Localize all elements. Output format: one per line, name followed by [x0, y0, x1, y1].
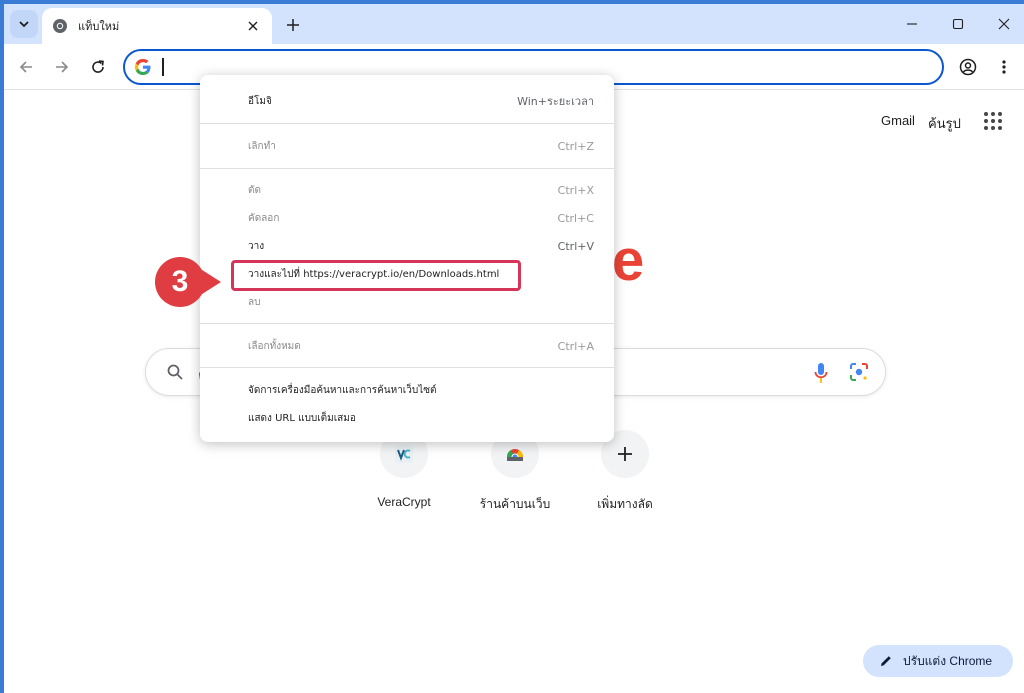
menu-item-shortcut: Ctrl+X [557, 183, 594, 197]
menu-item-copy[interactable]: คัดลอก Ctrl+C [200, 206, 614, 230]
search-icon [166, 363, 186, 383]
pencil-icon [881, 656, 891, 666]
shortcut-webstore[interactable]: ร้านค้าบนเว็บ [455, 430, 575, 514]
browser-window: แท็บใหม่ Gmail ค้นรูป e VeraCrypt ร้านค้… [4, 4, 1024, 693]
mic-icon[interactable] [810, 362, 832, 384]
forward-arrow-icon [56, 61, 69, 73]
menu-item-label: ตัด [248, 184, 261, 196]
menu-item-shortcut: Ctrl+V [557, 239, 594, 253]
tab-strip: แท็บใหม่ [4, 4, 1024, 44]
menu-item-label: จัดการเครื่องมือค้นหาและการค้นหาเว็บไซต์ [248, 384, 437, 396]
menu-item-paste[interactable]: วาง Ctrl+V [200, 234, 614, 258]
gmail-link[interactable]: Gmail [881, 113, 915, 128]
shortcut-label: เพิ่มทางลัด [597, 497, 653, 511]
shortcut-add[interactable]: เพิ่มทางลัด [565, 430, 685, 514]
shortcut-label: VeraCrypt [377, 495, 431, 509]
reload-icon [92, 60, 104, 73]
tab-search-button[interactable] [10, 10, 38, 38]
menu-item-shortcut: Win+ระยะเวลา [517, 95, 594, 108]
chrome-icon [52, 18, 68, 34]
images-link[interactable]: ค้นรูป [928, 113, 961, 134]
tab-close-button[interactable] [244, 17, 262, 35]
menu-item-label: อีโมจิ [248, 95, 272, 107]
step-highlight-box [231, 260, 521, 291]
forward-button[interactable] [48, 53, 76, 81]
shortcut-label: ร้านค้าบนเว็บ [479, 497, 551, 511]
back-button[interactable] [12, 53, 40, 81]
close-window-button[interactable] [986, 10, 1022, 38]
menu-item-select-all[interactable]: เลือกทั้งหมด Ctrl+A [200, 334, 614, 358]
minimize-button[interactable] [894, 10, 930, 38]
menu-item-manage-search[interactable]: จัดการเครื่องมือค้นหาและการค้นหาเว็บไซต์ [200, 378, 614, 402]
menu-item-emoji[interactable]: อีโมจิ Win+ระยะเวลา [200, 89, 614, 113]
google-logo: e [612, 228, 645, 293]
reload-button[interactable] [84, 53, 112, 81]
new-tab-button[interactable] [280, 12, 306, 38]
profile-button[interactable] [954, 53, 982, 81]
maximize-icon [952, 18, 964, 30]
menu-item-show-full-url[interactable]: แสดง URL แบบเต็มเสมอ [200, 406, 614, 430]
menu-item-delete[interactable]: ลบ [200, 290, 614, 314]
text-cursor [162, 58, 164, 76]
menu-item-label: เลือกทั้งหมด [248, 340, 301, 352]
address-input[interactable] [165, 57, 765, 77]
menu-separator [200, 123, 614, 124]
menu-item-label: แสดง URL แบบเต็มเสมอ [248, 412, 356, 424]
more-vert-icon [1002, 60, 1006, 74]
menu-item-label: เลิกทำ [248, 140, 276, 152]
profile-icon [959, 58, 977, 76]
back-arrow-icon [19, 61, 32, 73]
menu-separator [200, 323, 614, 324]
google-g-icon [134, 58, 152, 76]
chevron-down-icon [19, 21, 29, 28]
menu-item-shortcut: Ctrl+C [557, 211, 594, 225]
minimize-icon [907, 23, 917, 25]
maximize-button[interactable] [940, 10, 976, 38]
customize-label: ปรับแต่ง Chrome [903, 653, 993, 668]
menu-item-label: วาง [248, 240, 265, 252]
menu-button[interactable] [990, 53, 1018, 81]
menu-separator [200, 367, 614, 368]
tab-new-tab[interactable]: แท็บใหม่ [42, 8, 272, 44]
close-icon [998, 18, 1010, 30]
lens-icon[interactable] [848, 362, 870, 384]
menu-item-label: คัดลอก [248, 212, 280, 224]
menu-separator [200, 168, 614, 169]
context-menu: อีโมจิ Win+ระยะเวลา เลิกทำ Ctrl+Z ตัด Ct… [200, 75, 614, 442]
plus-icon [287, 19, 299, 31]
menu-item-undo[interactable]: เลิกทำ Ctrl+Z [200, 134, 614, 158]
customize-chrome-button[interactable]: ปรับแต่ง Chrome [863, 645, 1013, 677]
step-number-badge: 3 [155, 257, 205, 307]
menu-item-label: ลบ [248, 296, 261, 308]
menu-item-cut[interactable]: ตัด Ctrl+X [200, 178, 614, 202]
menu-item-shortcut: Ctrl+A [557, 339, 594, 353]
tab-title: แท็บใหม่ [78, 20, 120, 33]
apps-grid-icon[interactable] [982, 110, 1004, 132]
close-icon [248, 21, 258, 31]
menu-item-shortcut: Ctrl+Z [557, 139, 594, 153]
